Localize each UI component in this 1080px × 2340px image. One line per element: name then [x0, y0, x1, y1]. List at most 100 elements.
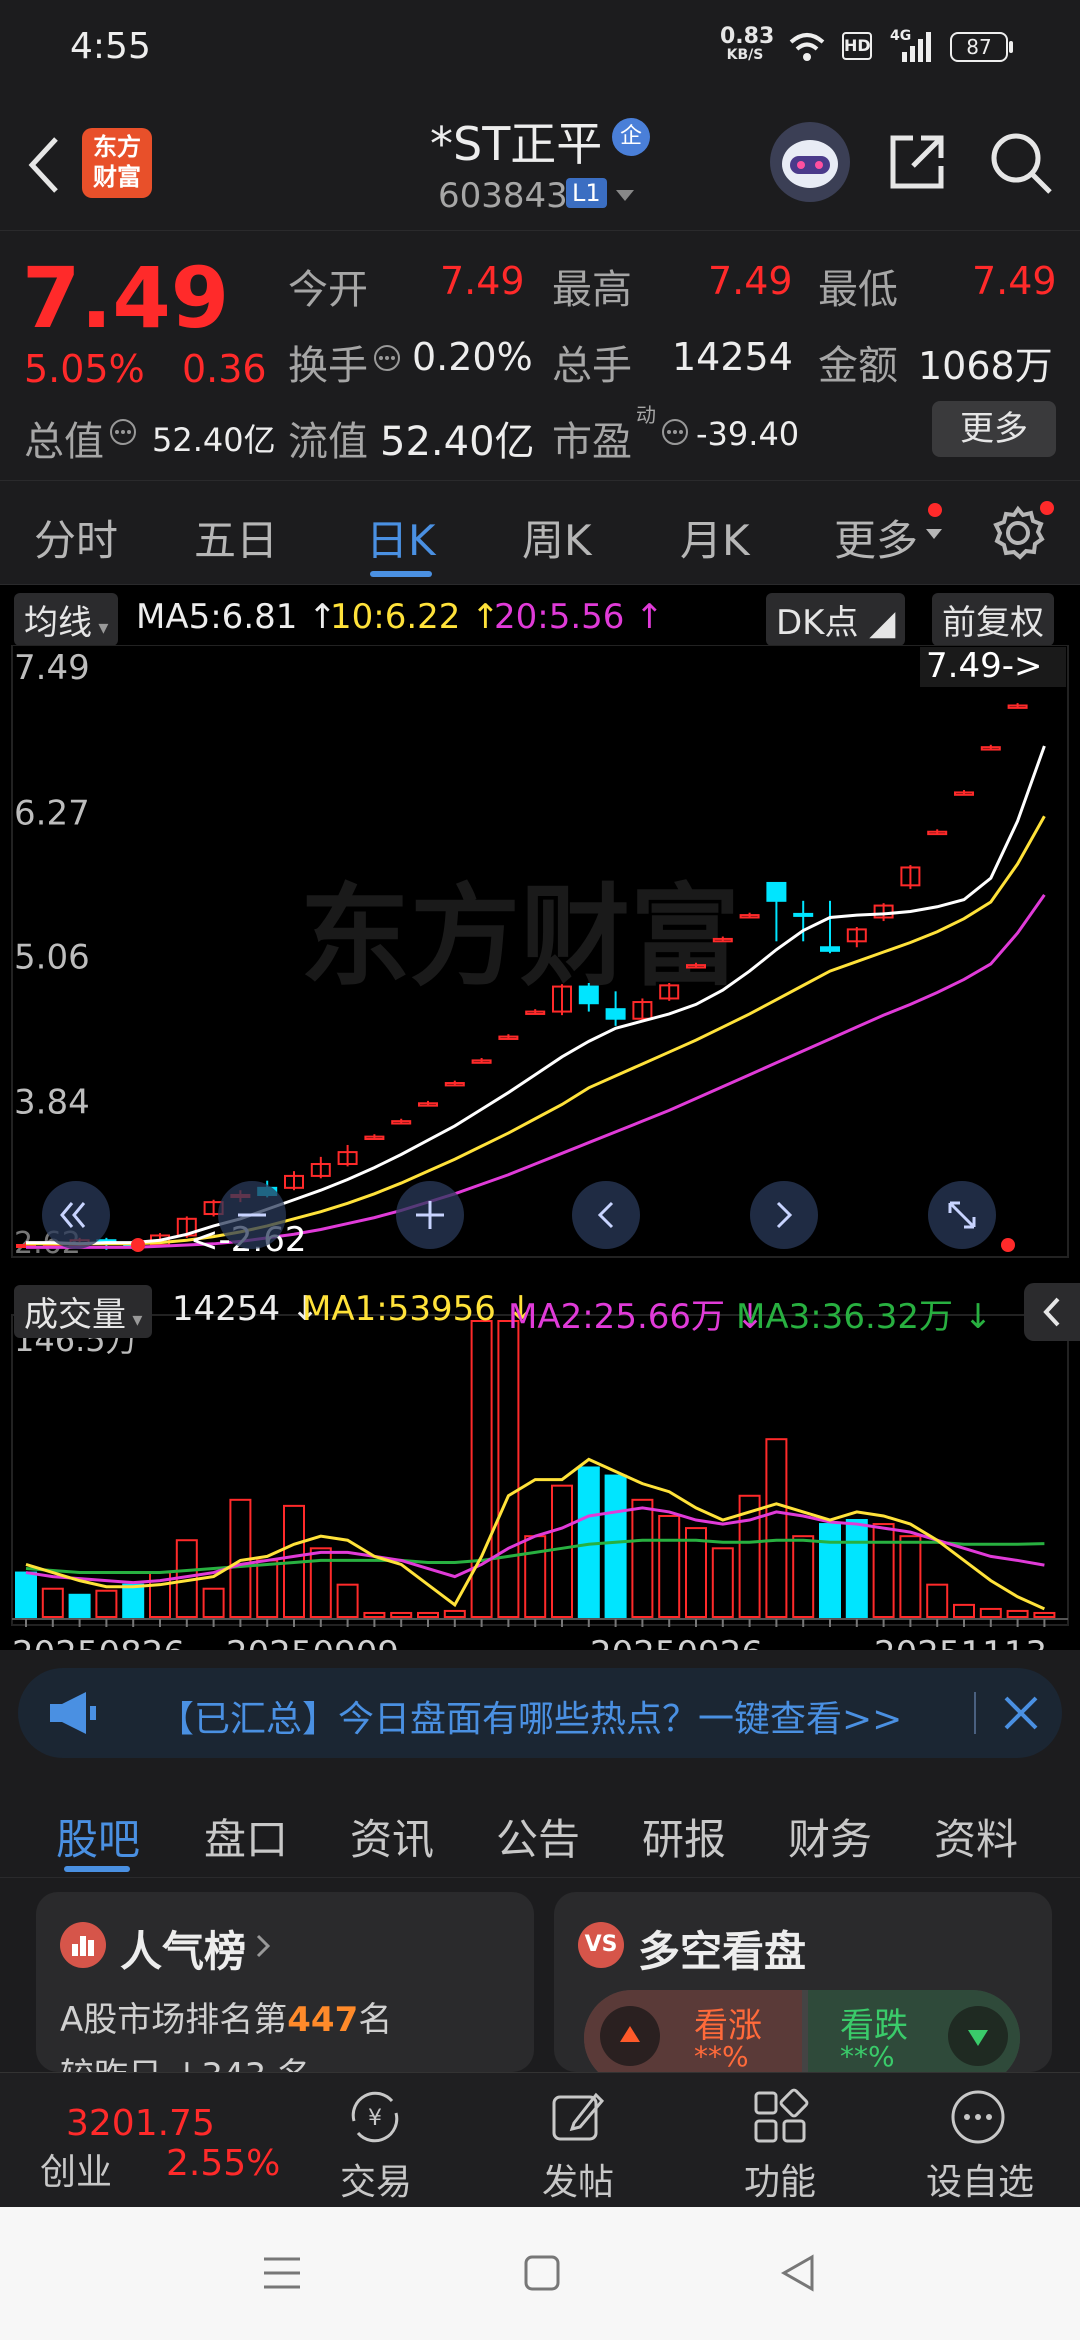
assistant-avatar[interactable]: [770, 122, 850, 202]
back-nav-icon[interactable]: [778, 2253, 818, 2293]
up-arrow-icon: [600, 2006, 660, 2066]
bull-side[interactable]: 看涨 **%: [584, 1990, 802, 2072]
tab-daily-k[interactable]: 日K: [366, 507, 436, 568]
post-button[interactable]: 发帖: [522, 2073, 632, 2208]
active-tab-indicator: [370, 571, 432, 577]
watchlist-label: 设自选: [926, 2162, 1035, 2203]
hot-topics-banner[interactable]: 【已汇总】今日盘面有哪些热点？一键查看>>: [18, 1668, 1062, 1758]
sentiment-title: 多空看盘: [638, 1927, 807, 1976]
vol-ma1-line: [25, 1457, 1046, 1611]
watermark: 东方财富: [300, 873, 740, 1001]
volume-label: 总手: [552, 343, 632, 389]
svg-text:¥: ¥: [368, 2106, 382, 2131]
volume-bar: [15, 1571, 37, 1619]
ma5-text: MA5:6.81: [136, 597, 298, 637]
level-dropdown-icon[interactable]: [614, 188, 636, 204]
hd-icon: HD: [842, 32, 872, 60]
menu-icon[interactable]: [262, 2253, 302, 2293]
volume-bar: [765, 1438, 788, 1618]
chevron-right-button[interactable]: [750, 1181, 818, 1249]
settings-icon[interactable]: [990, 505, 1046, 561]
tab-more-dropdown-icon[interactable]: [924, 527, 944, 543]
tab-news[interactable]: 资讯: [350, 1806, 434, 1867]
tab-profile[interactable]: 资料: [934, 1806, 1018, 1867]
search-icon[interactable]: [988, 130, 1054, 196]
low-label: 最低: [818, 267, 898, 313]
function-button[interactable]: 功能: [724, 2073, 834, 2208]
vol-ma3-line: [25, 1538, 1045, 1575]
change-value: 0.36: [182, 347, 267, 391]
bull-bear-card[interactable]: VS 多空看盘 看涨 **% 看跌 **%: [554, 1892, 1052, 2072]
collapse-button[interactable]: [1024, 1283, 1080, 1341]
last-price: 7.49: [22, 249, 230, 347]
turnover-value: 0.20%: [412, 335, 533, 379]
rank-prefix: A股市场排名第: [60, 2000, 288, 2040]
ma-selector[interactable]: 均线 ▾: [14, 593, 119, 646]
date-tick-label: 20250909: [226, 1634, 399, 1650]
quote-panel: 7.49 5.05% 0.36 今开 7.49 最高 7.49 最低 7.49 …: [0, 230, 1080, 480]
tab-announcements[interactable]: 公告: [496, 1806, 580, 1867]
yen-exchange-icon: ¥: [351, 2091, 399, 2143]
tab-weekly-k[interactable]: 周K: [522, 507, 592, 568]
volume-bar: [953, 1603, 975, 1619]
enterprise-badge[interactable]: 企: [612, 118, 650, 156]
tab-guba[interactable]: 股吧: [56, 1806, 140, 1867]
index-widget[interactable]: 3201.75 创业 2.55%: [0, 2073, 290, 2208]
double-left-button[interactable]: [42, 1181, 110, 1249]
volume-selector[interactable]: 成交量 ▾: [14, 1285, 153, 1338]
logo-line2: 财富: [93, 163, 141, 191]
tab-finance[interactable]: 财务: [788, 1806, 872, 1867]
volume-bar: [551, 1484, 573, 1618]
ma20-text: 20:5.56: [494, 597, 625, 637]
adjust-button[interactable]: 前复权: [932, 593, 1054, 646]
chart-bars-icon: [60, 1922, 106, 1968]
back-icon[interactable]: [24, 135, 64, 195]
close-icon[interactable]: [1002, 1694, 1040, 1732]
tab-monthly-k[interactable]: 月K: [680, 507, 750, 568]
down-arrow-icon: [948, 2006, 1008, 2066]
ranking-icon: [72, 1936, 94, 1956]
vol-ma3-text: MA3:36.32万: [736, 1297, 954, 1337]
vol-value: 14254 ↓: [172, 1289, 320, 1329]
tab-pankou[interactable]: 盘口: [204, 1806, 288, 1867]
price-tick-label: 5.06: [14, 937, 90, 977]
more-button[interactable]: 更多: [932, 401, 1056, 457]
grid-icon: [754, 2088, 809, 2143]
date-tick-label: 20251113: [874, 1634, 1047, 1650]
tab-more[interactable]: 更多: [834, 507, 918, 568]
float-label: 流值: [288, 419, 368, 465]
dk-point-button[interactable]: DK点 ◢: [766, 593, 906, 646]
kline-svg[interactable]: 东方财富7.496.275.063.842.627.49-><-2.62146.…: [0, 645, 1080, 1650]
notification-dot: [928, 503, 942, 517]
trade-label: 交易: [340, 2162, 413, 2203]
trade-button[interactable]: ¥ 交易: [320, 2073, 430, 2208]
info-icon[interactable]: [372, 343, 402, 373]
more-dots-icon: [951, 2090, 1005, 2144]
volume-bar: [390, 1611, 413, 1619]
app-logo: 东方 财富: [82, 128, 152, 198]
change-pct: 5.05%: [24, 347, 145, 391]
tab-minute[interactable]: 分时: [34, 507, 118, 568]
chevron-left-button[interactable]: [572, 1181, 640, 1249]
candle-body: [820, 946, 840, 952]
share-icon[interactable]: [885, 130, 949, 194]
index-name: 创业: [40, 2152, 113, 2193]
info-icon[interactable]: [108, 417, 138, 447]
level-badge[interactable]: L1: [566, 178, 607, 208]
info-icon[interactable]: [660, 417, 690, 447]
home-icon[interactable]: [522, 2253, 562, 2293]
popularity-card[interactable]: 人气榜 A股市场排名第447名 较昨日 ↓343 名: [36, 1892, 534, 2072]
net-speed-unit: KB/S: [726, 47, 764, 63]
system-nav-bar: [0, 2207, 1080, 2340]
edit-icon: [552, 2092, 605, 2141]
candle-body: [605, 1008, 626, 1020]
watchlist-button[interactable]: 设自选: [910, 2073, 1050, 2208]
tab-research[interactable]: 研报: [642, 1806, 726, 1867]
volume-bar: [417, 1611, 439, 1619]
vs-icon: VS: [578, 1922, 624, 1968]
info-tabs: 股吧 盘口 资讯 公告 研报 财务 资料: [0, 1778, 1080, 1878]
tab-5day[interactable]: 五日: [194, 507, 278, 568]
stock-code: 603843: [438, 176, 568, 216]
bear-side[interactable]: 看跌 **%: [808, 1990, 1020, 2072]
event-dot: [1001, 1238, 1015, 1252]
